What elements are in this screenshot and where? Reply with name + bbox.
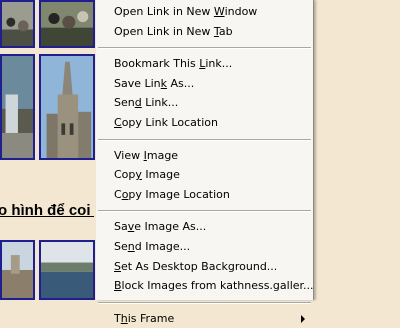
menu-item-send-link[interactable]: Send Link... xyxy=(96,93,313,113)
page-background xyxy=(316,0,400,300)
menu-item-label: Copy Image xyxy=(114,168,180,182)
menu-separator xyxy=(98,47,311,50)
photo-image xyxy=(41,2,93,46)
menu-item-save-link-as[interactable]: Save Link As... xyxy=(96,74,313,94)
menu-item-save-image-as[interactable]: Save Image As... xyxy=(96,217,313,237)
menu-item-label: View Image xyxy=(114,148,179,162)
menu-separator xyxy=(98,138,311,141)
photo-image xyxy=(2,2,33,46)
menu-item-copy-image-location[interactable]: Copy Image Location xyxy=(96,185,313,205)
photo-thumbnail[interactable] xyxy=(0,0,35,48)
photo-thumbnail[interactable] xyxy=(0,240,35,300)
menu-item-open-link-in-new-window[interactable]: Open Link in New Window xyxy=(96,2,313,22)
menu-item-label: Copy Link Location xyxy=(114,115,218,129)
menu-item-block-images-from-kathnessgaller[interactable]: Block Images from kathness.galler... xyxy=(96,276,314,296)
menu-item-copy-link-location[interactable]: Copy Link Location xyxy=(96,113,313,133)
menu-item-copy-image[interactable]: Copy Image xyxy=(96,165,313,185)
menu-item-label: Set As Desktop Background... xyxy=(114,259,278,273)
menu-item-label: Copy Image Location xyxy=(114,187,230,201)
menu-item-label: Open Link in New Window xyxy=(114,5,258,18)
photo-image xyxy=(2,56,33,158)
menu-item-label: Send Link... xyxy=(114,96,179,110)
submenu-arrow-icon xyxy=(301,314,305,323)
menu-item-open-link-in-new-tab[interactable]: Open Link in New Tab xyxy=(96,22,313,42)
menu-item-label: Block Images from kathness.galler... xyxy=(114,279,314,293)
menu-item-label: Bookmark This Link... xyxy=(114,57,233,71)
photo-thumbnail[interactable] xyxy=(39,54,95,160)
photo-thumbnail[interactable] xyxy=(39,240,95,300)
photo-image xyxy=(2,242,33,298)
menu-item-view-image[interactable]: View Image xyxy=(96,146,313,166)
menu-separator xyxy=(98,301,311,304)
photo-thumbnail[interactable] xyxy=(0,54,35,160)
menu-item-label: This Frame xyxy=(114,311,175,325)
photo-thumbnail[interactable] xyxy=(39,0,95,48)
menu-item-label: Save Image As... xyxy=(114,220,207,234)
menu-item-this-frame[interactable]: This Frame xyxy=(96,309,313,328)
photo-image xyxy=(41,242,93,298)
menu-separator xyxy=(98,210,311,213)
menu-item-send-image[interactable]: Send Image... xyxy=(96,237,313,257)
menu-item-set-as-desktop-background[interactable]: Set As Desktop Background... xyxy=(96,257,313,277)
menu-item-label: Send Image... xyxy=(114,239,191,253)
photo-image xyxy=(41,56,93,158)
menu-item-label: Open Link in New Tab xyxy=(114,24,233,38)
context-menu: Open Link in New Window Open Link in New … xyxy=(96,0,314,325)
page-caption-link[interactable]: o hình để coi h xyxy=(0,202,94,219)
menu-item-bookmark-this-link[interactable]: Bookmark This Link... xyxy=(96,54,313,74)
menu-item-label: Save Link As... xyxy=(114,76,195,90)
